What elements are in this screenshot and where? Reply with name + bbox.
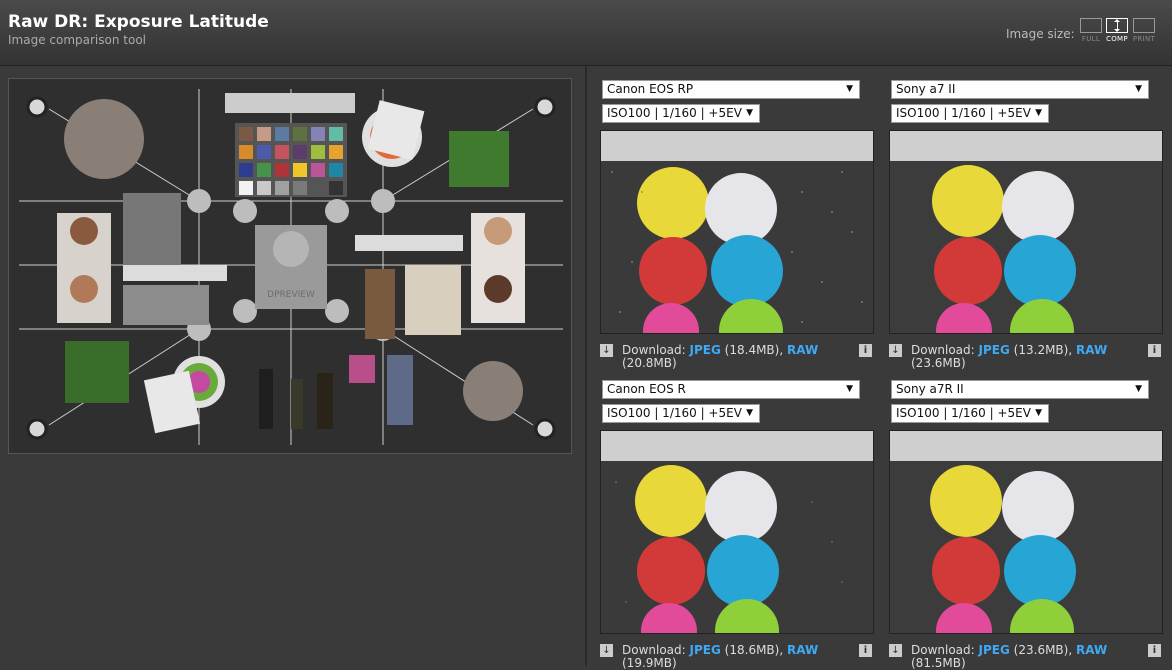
pompom-crop-2 <box>890 131 1162 333</box>
info-icon[interactable]: i <box>859 344 872 357</box>
jpeg-link-3[interactable]: JPEG <box>690 643 721 657</box>
pompom-crop-3 <box>601 431 873 633</box>
chevron-down-icon: ▼ <box>1035 408 1042 418</box>
download-icon[interactable]: ↓ <box>889 644 902 657</box>
settings-select-2[interactable]: ISO100 | 1/160 | +5EV ▼ <box>891 104 1049 123</box>
info-icon[interactable]: i <box>859 644 872 657</box>
download-icon[interactable]: ↓ <box>889 344 902 357</box>
page-title: Raw DR: Exposure Latitude <box>8 12 269 32</box>
chevron-down-icon: ▼ <box>746 408 753 418</box>
chevron-down-icon: ▼ <box>1035 108 1042 118</box>
print-size-icon <box>1133 18 1155 33</box>
page-subtitle: Image comparison tool <box>8 33 146 47</box>
comp-size-icon <box>1106 18 1128 33</box>
raw-link-3[interactable]: RAW <box>787 643 818 657</box>
download-icon[interactable]: ↓ <box>600 344 613 357</box>
settings-select-4[interactable]: ISO100 | 1/160 | +5EV ▼ <box>891 404 1049 423</box>
raw-link-2[interactable]: RAW <box>1076 343 1107 357</box>
pompom-crop-4 <box>890 431 1162 633</box>
raw-link-4[interactable]: RAW <box>1076 643 1107 657</box>
camera-select-4[interactable]: Sony a7R II ▼ <box>891 380 1149 399</box>
crop-image-4[interactable] <box>889 430 1163 634</box>
size-print-button[interactable]: PRINT <box>1132 18 1156 43</box>
size-comp-button[interactable]: COMP <box>1105 18 1129 43</box>
download-icon[interactable]: ↓ <box>600 644 613 657</box>
size-full-button[interactable]: FULL <box>1079 18 1103 43</box>
settings-select-1[interactable]: ISO100 | 1/160 | +5EV ▼ <box>602 104 760 123</box>
settings-select-3[interactable]: ISO100 | 1/160 | +5EV ▼ <box>602 404 760 423</box>
full-size-icon <box>1080 18 1102 33</box>
crop-image-3[interactable] <box>600 430 874 634</box>
jpeg-link-1[interactable]: JPEG <box>690 343 721 357</box>
chevron-down-icon: ▼ <box>1135 84 1142 94</box>
chevron-down-icon: ▼ <box>746 108 753 118</box>
crop-image-2[interactable] <box>889 130 1163 334</box>
camera-select-1[interactable]: Canon EOS RP ▼ <box>602 80 860 99</box>
pompom-crop-1 <box>601 131 873 333</box>
chevron-down-icon: ▼ <box>1135 384 1142 394</box>
jpeg-link-4[interactable]: JPEG <box>979 643 1010 657</box>
column-divider <box>585 66 587 666</box>
info-icon[interactable]: i <box>1148 644 1161 657</box>
scene-brand-text: DPREVIEW <box>267 290 315 300</box>
camera-select-2[interactable]: Sony a7 II ▼ <box>891 80 1149 99</box>
jpeg-link-2[interactable]: JPEG <box>979 343 1010 357</box>
image-size-label: Image size: <box>1006 27 1075 41</box>
chevron-down-icon: ▼ <box>846 84 853 94</box>
header: Raw DR: Exposure Latitude Image comparis… <box>0 0 1172 66</box>
chevron-down-icon: ▼ <box>846 384 853 394</box>
info-icon[interactable]: i <box>1148 344 1161 357</box>
test-scene-image[interactable]: DPREVIEW <box>8 78 572 454</box>
crop-image-1[interactable] <box>600 130 874 334</box>
camera-select-3[interactable]: Canon EOS R ▼ <box>602 380 860 399</box>
raw-link-1[interactable]: RAW <box>787 343 818 357</box>
test-scene-illustration: DPREVIEW <box>9 79 571 453</box>
